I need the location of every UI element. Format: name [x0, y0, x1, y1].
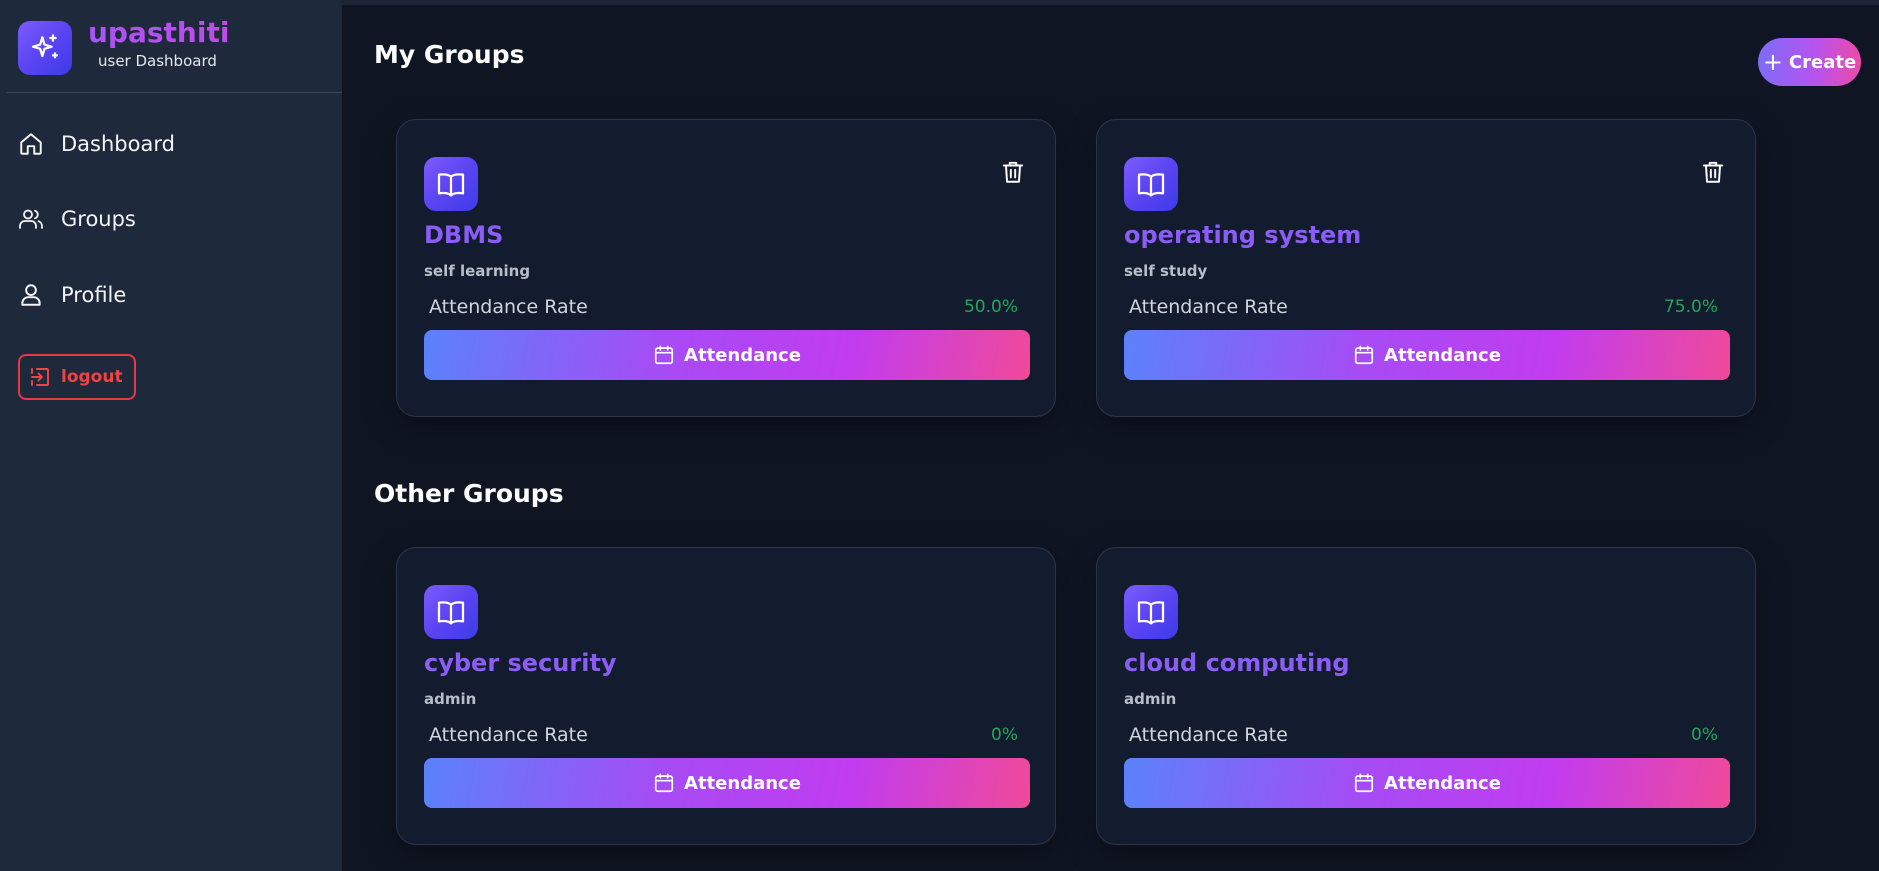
log-in-icon: [28, 365, 52, 389]
other-groups-title: Other Groups: [374, 479, 564, 508]
calendar-icon: [1353, 344, 1375, 366]
plus-icon: +: [1762, 48, 1783, 76]
attendance-rate-label: Attendance Rate: [429, 724, 588, 746]
group-description: admin: [424, 690, 477, 708]
app-title: upasthiti: [88, 16, 230, 49]
group-card: cyber security admin Attendance Rate 0% …: [396, 547, 1056, 845]
group-card: operating system self study Attendance R…: [1096, 119, 1756, 417]
group-card: DBMS self learning Attendance Rate 50.0%…: [396, 119, 1056, 417]
attendance-button[interactable]: Attendance: [424, 330, 1030, 380]
calendar-icon: [1353, 772, 1375, 794]
attendance-button[interactable]: Attendance: [424, 758, 1030, 808]
attendance-rate-label: Attendance Rate: [1129, 296, 1288, 318]
home-icon: [18, 131, 44, 157]
users-icon: [18, 206, 44, 232]
group-description: self study: [1124, 262, 1208, 280]
book-icon: [1124, 585, 1178, 639]
create-button[interactable]: + Create: [1758, 38, 1861, 86]
group-card: cloud computing admin Attendance Rate 0%…: [1096, 547, 1756, 845]
book-icon: [1124, 157, 1178, 211]
my-groups-title: My Groups: [374, 40, 525, 69]
attendance-label: Attendance: [684, 344, 801, 366]
user-icon: [18, 282, 44, 308]
group-description: self learning: [424, 262, 531, 280]
attendance-label: Attendance: [684, 772, 801, 794]
trash-icon[interactable]: [1699, 158, 1727, 186]
sidebar-item-label: Groups: [61, 207, 136, 231]
sidebar-item-profile[interactable]: Profile: [18, 280, 126, 310]
app-subtitle: user Dashboard: [98, 52, 217, 70]
attendance-label: Attendance: [1384, 772, 1501, 794]
logout-button[interactable]: logout: [18, 354, 136, 400]
attendance-button[interactable]: Attendance: [1124, 758, 1730, 808]
attendance-rate-value: 50.0%: [963, 297, 1018, 317]
group-name[interactable]: cloud computing: [1124, 649, 1350, 677]
calendar-icon: [653, 344, 675, 366]
brand[interactable]: upasthiti user Dashboard: [18, 16, 230, 75]
sidebar-item-label: Dashboard: [61, 132, 175, 156]
attendance-rate-label: Attendance Rate: [429, 296, 588, 318]
sidebar-divider: [7, 92, 342, 93]
attendance-button[interactable]: Attendance: [1124, 330, 1730, 380]
attendance-rate-value: 0%: [991, 725, 1018, 745]
sparkles-icon: [18, 21, 72, 75]
attendance-rate-label: Attendance Rate: [1129, 724, 1288, 746]
group-name[interactable]: cyber security: [424, 649, 617, 677]
create-label: Create: [1788, 51, 1857, 73]
sidebar-item-groups[interactable]: Groups: [18, 204, 136, 234]
sidebar-item-dashboard[interactable]: Dashboard: [18, 129, 175, 159]
sidebar-item-label: Profile: [61, 283, 127, 307]
calendar-icon: [653, 772, 675, 794]
attendance-label: Attendance: [1384, 344, 1501, 366]
book-icon: [424, 585, 478, 639]
logout-label: logout: [61, 367, 123, 387]
attendance-rate-value: 0%: [1691, 725, 1718, 745]
attendance-rate-value: 75.0%: [1663, 297, 1718, 317]
book-icon: [424, 157, 478, 211]
trash-icon[interactable]: [999, 158, 1027, 186]
group-name[interactable]: DBMS: [424, 221, 503, 249]
sidebar: upasthiti user Dashboard Dashboard Group…: [0, 0, 342, 871]
group-description: admin: [1124, 690, 1177, 708]
group-name[interactable]: operating system: [1124, 221, 1361, 249]
